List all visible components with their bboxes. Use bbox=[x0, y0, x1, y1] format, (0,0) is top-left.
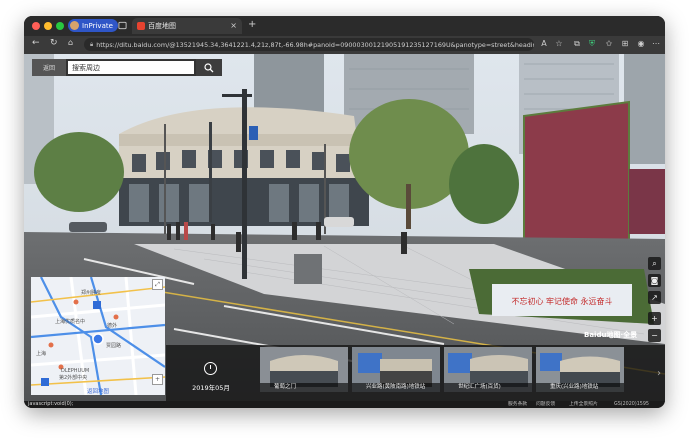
home-icon[interactable]: ⌂ bbox=[68, 38, 73, 47]
zoom-in-icon[interactable]: + bbox=[152, 374, 163, 385]
panorama-thumbnail[interactable]: 葡萄之门 bbox=[260, 347, 348, 392]
panorama-thumbnail[interactable]: 兴业路(黄陂南路)地铁站 bbox=[352, 347, 440, 392]
search-input[interactable]: 搜索周边 bbox=[68, 61, 194, 74]
lock-icon: 🔒︎ bbox=[90, 40, 94, 48]
search-icon bbox=[204, 62, 214, 72]
tab-actions-icon[interactable] bbox=[118, 21, 127, 30]
back-button[interactable]: 返回 bbox=[32, 59, 66, 76]
search-placeholder: 搜索周边 bbox=[72, 63, 100, 72]
extensions-icon[interactable]: ⧉ bbox=[572, 39, 582, 49]
thumbnail-caption: 兴业路(黄陂南路)地铁站 bbox=[352, 383, 440, 392]
profile-icon[interactable]: ◉ bbox=[636, 39, 646, 49]
panorama-thumbnail[interactable]: 重庆(兴业路)地铁站 bbox=[536, 347, 624, 392]
address-url: https://ditu.baidu.com/@13521945.34,3641… bbox=[96, 40, 534, 49]
more-menu-icon[interactable]: ⋯ bbox=[651, 39, 661, 49]
capture-date-label: 2019年05月 bbox=[192, 384, 230, 392]
collections-icon[interactable]: ⊞ bbox=[620, 39, 630, 49]
address-bar[interactable]: 🔒︎ https://ditu.baidu.com/@13521945.34,3… bbox=[84, 38, 534, 51]
baidu-favicon-icon bbox=[137, 22, 145, 30]
browser-toolbar: ← ↻ ⌂ 🔒︎ https://ditu.baidu.com/@1352194… bbox=[24, 36, 665, 54]
map-label: DLEPHUUM bbox=[61, 368, 89, 374]
capture-date-selector[interactable]: 2019年05月 bbox=[166, 345, 256, 401]
thumbnail-caption: 重庆(兴业路)地铁站 bbox=[536, 383, 624, 392]
map-label: 德外 bbox=[107, 322, 117, 329]
map-label: 上海优质名中 bbox=[55, 318, 85, 325]
mini-map[interactable]: 上海优质名中 郑州肿疫 德外 贾园路 上海 DLEPHUUM 第2外部中央 ⤢ … bbox=[31, 277, 165, 395]
browser-window: InPrivate 百度地图 × + ← ↻ ⌂ 🔒︎ https://ditu… bbox=[24, 16, 665, 408]
map-label: 上海 bbox=[36, 350, 46, 357]
footer-terms-link[interactable]: 服务条款 bbox=[508, 401, 527, 408]
share-icon[interactable]: ↗ bbox=[648, 291, 661, 304]
fullscreen-map-icon[interactable]: ⤢ bbox=[152, 279, 163, 290]
inprivate-profile-badge[interactable]: InPrivate bbox=[68, 19, 118, 32]
new-tab-button[interactable]: + bbox=[248, 19, 256, 30]
zoom-out-button[interactable]: − bbox=[648, 329, 661, 342]
zoom-in-button[interactable]: + bbox=[648, 312, 661, 325]
banner-text: 不忘初心 牢记使命 永远奋斗 bbox=[511, 296, 612, 306]
clock-icon bbox=[204, 362, 217, 375]
thumbnail-caption: 世纪汇广场(百货) bbox=[444, 383, 532, 392]
footer-feedback-link[interactable]: 问题反馈 bbox=[536, 401, 555, 408]
profile-label: InPrivate bbox=[82, 21, 113, 30]
map-label: 贾园路 bbox=[106, 342, 121, 349]
close-window-button[interactable] bbox=[32, 22, 40, 30]
footer-upload-link[interactable]: 上传全景照片 bbox=[569, 401, 598, 408]
back-arrow-icon[interactable]: ← bbox=[32, 38, 40, 48]
tab-title: 百度地图 bbox=[148, 22, 176, 30]
favorite-star-icon[interactable]: ☆ bbox=[554, 39, 564, 49]
search-nearby-icon[interactable]: ⌕ bbox=[648, 257, 661, 270]
metro-station-icon bbox=[93, 301, 101, 309]
current-position-marker bbox=[92, 333, 104, 345]
chevron-right-icon[interactable]: › bbox=[653, 345, 665, 401]
mini-map-canvas[interactable]: 上海优质名中 郑州肿疫 德外 贾园路 上海 DLEPHUUM 第2外部中央 bbox=[31, 277, 165, 395]
search-button[interactable] bbox=[196, 59, 222, 76]
nearby-panoramas-strip: 2019年05月 葡萄之门 兴业路(黄陂南路)地铁站 世纪汇广场(百货) 重庆(… bbox=[166, 345, 665, 401]
reload-icon[interactable]: ↻ bbox=[50, 38, 58, 48]
thumbnail-caption: 葡萄之门 bbox=[260, 383, 348, 392]
read-aloud-icon[interactable]: A bbox=[539, 39, 549, 49]
back-to-map-link[interactable]: 返回地图 bbox=[87, 387, 109, 395]
close-tab-icon[interactable]: × bbox=[230, 21, 237, 30]
status-url: javascript:void(0); bbox=[28, 401, 74, 407]
minimize-window-button[interactable] bbox=[44, 22, 52, 30]
map-label: 郑州肿疫 bbox=[81, 289, 101, 296]
footer-license: GS(2020)1595 bbox=[614, 402, 649, 407]
favorites-icon[interactable]: ✩ bbox=[604, 39, 614, 49]
panorama-search-bar: 返回 搜索周边 bbox=[32, 59, 222, 76]
tab-baidu-map[interactable]: 百度地图 × bbox=[132, 18, 242, 34]
street-view-panorama[interactable]: 不忘初心 牢记使命 永远奋斗 返回 搜索周边 上海优质名中 郑州肿疫 德外 贾园… bbox=[24, 54, 665, 408]
map-label: 第2外部中央 bbox=[59, 374, 87, 381]
status-bar: javascript:void(0); 服务条款 问题反馈 上传全景照片 GS(… bbox=[24, 401, 665, 408]
camera-icon[interactable]: ◙ bbox=[648, 274, 661, 287]
tab-strip: InPrivate 百度地图 × + bbox=[24, 16, 665, 36]
back-label: 返回 bbox=[42, 65, 55, 72]
metro-station-icon bbox=[41, 378, 49, 386]
avatar bbox=[70, 21, 79, 30]
panorama-thumbnail[interactable]: 世纪汇广场(百货) bbox=[444, 347, 532, 392]
shield-icon[interactable]: ⛨ bbox=[587, 39, 597, 49]
maximize-window-button[interactable] bbox=[56, 22, 64, 30]
baidu-logo: Baidu地图·全景 bbox=[584, 331, 638, 339]
